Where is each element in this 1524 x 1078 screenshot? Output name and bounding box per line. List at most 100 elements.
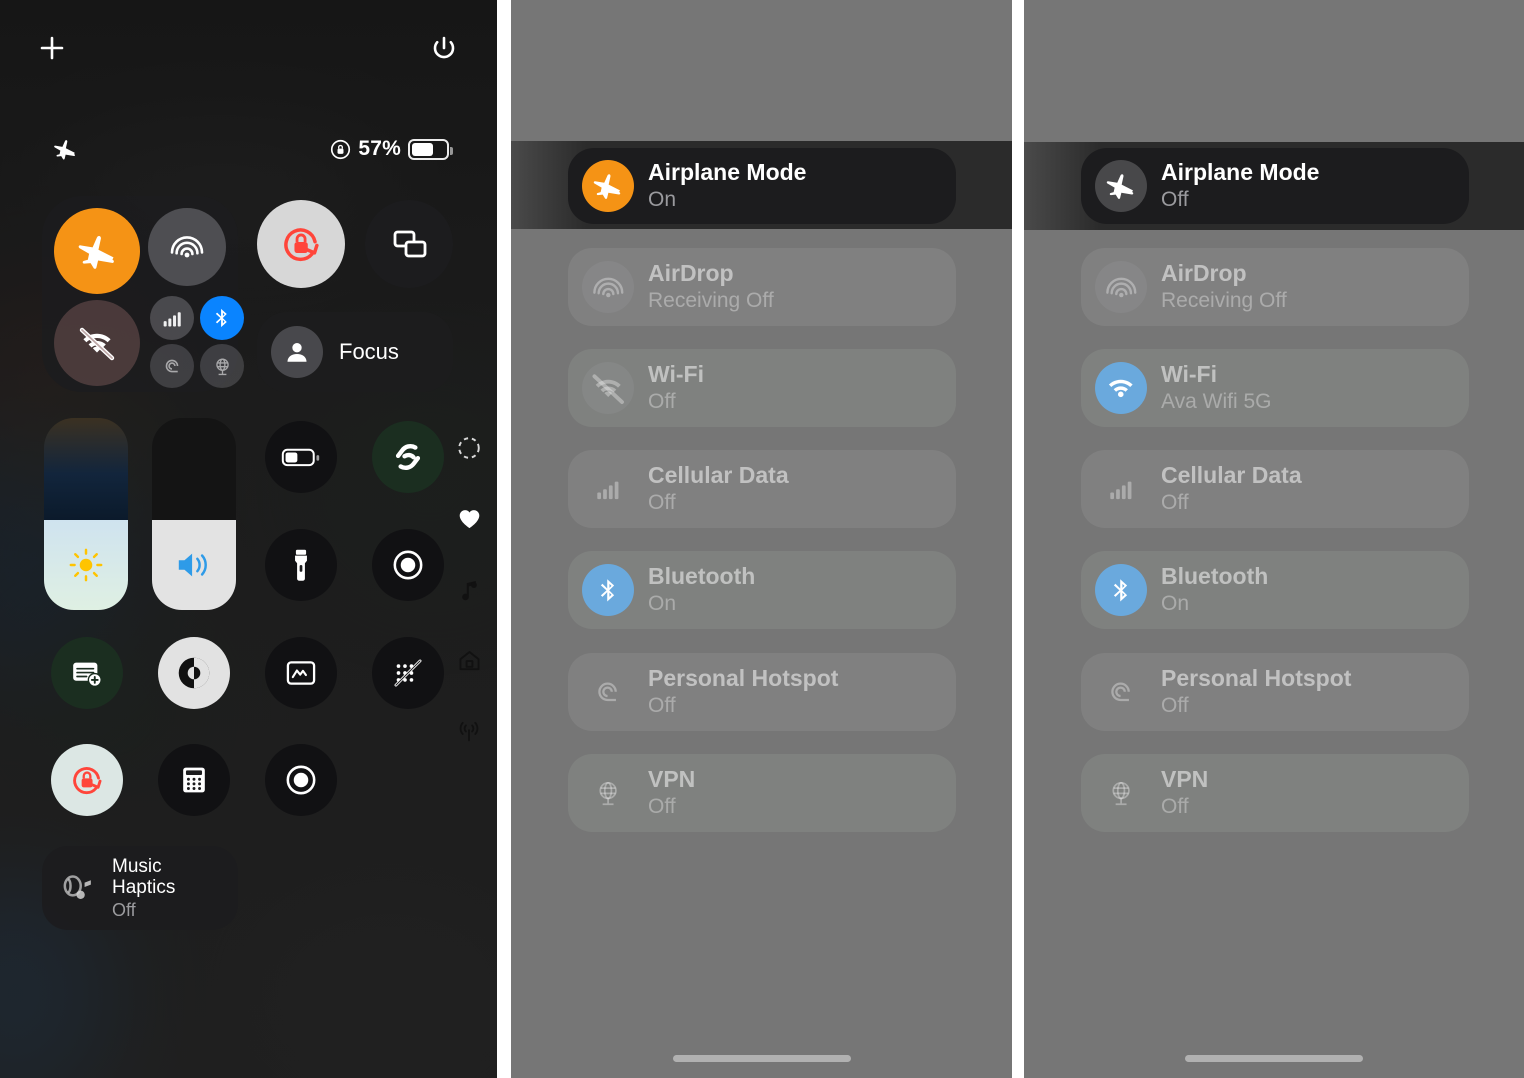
connectivity-row[interactable]: Wi-Fi Ava Wifi 5G bbox=[1081, 349, 1469, 427]
connectivity-row-subtitle: Off bbox=[1161, 188, 1189, 212]
plus-icon[interactable] bbox=[38, 34, 66, 62]
connectivity-row-subtitle: Off bbox=[1161, 795, 1189, 819]
airplane-icon bbox=[582, 160, 634, 212]
connectivity-row-title: Personal Hotspot bbox=[648, 665, 839, 692]
screen-mirroring-tile[interactable] bbox=[365, 200, 453, 288]
connectivity-row[interactable]: VPN Off bbox=[1081, 754, 1469, 832]
brightness-slider[interactable] bbox=[44, 418, 128, 610]
connectivity-row[interactable]: Bluetooth On bbox=[1081, 551, 1469, 629]
connectivity-row-subtitle: Off bbox=[648, 694, 676, 718]
connectivity-row-title: Personal Hotspot bbox=[1161, 665, 1352, 692]
connectivity-icon[interactable] bbox=[448, 696, 490, 767]
calculator-icon[interactable] bbox=[158, 744, 230, 816]
control-center-panel: 57% Focus Music Haptics Off bbox=[0, 0, 497, 1078]
music-note-icon[interactable] bbox=[448, 554, 490, 625]
volume-speaker-icon bbox=[173, 546, 215, 584]
personal-hotspot-tile[interactable] bbox=[150, 344, 194, 388]
status-bar: 57% bbox=[0, 132, 497, 166]
connectivity-row[interactable]: Airplane Mode On bbox=[568, 148, 956, 224]
vpn-globe-icon bbox=[582, 767, 634, 819]
connectivity-row[interactable]: Cellular Data Off bbox=[568, 450, 956, 528]
connectivity-row-title: Cellular Data bbox=[648, 462, 789, 489]
home-icon[interactable] bbox=[448, 625, 490, 696]
connectivity-row-title: Wi-Fi bbox=[1161, 361, 1217, 388]
connectivity-row-title: Airplane Mode bbox=[648, 159, 807, 186]
connectivity-row-title: Cellular Data bbox=[1161, 462, 1302, 489]
hotspot-icon bbox=[1095, 666, 1147, 718]
airdrop-icon bbox=[582, 261, 634, 313]
camera-icon[interactable] bbox=[372, 529, 444, 601]
record-icon[interactable] bbox=[265, 744, 337, 816]
dashed-circle-icon[interactable] bbox=[448, 412, 490, 483]
connectivity-expanded-on-panel: Airplane Mode On AirDrop Receiving Off Wi-… bbox=[511, 0, 1012, 1078]
brightness-sun-icon bbox=[67, 546, 105, 584]
connectivity-row-subtitle: Off bbox=[648, 491, 676, 515]
connectivity-row-subtitle: Off bbox=[648, 795, 676, 819]
vpn-tile[interactable] bbox=[200, 344, 244, 388]
wifi-tile[interactable] bbox=[54, 300, 140, 386]
airplane-mode-tile[interactable] bbox=[54, 208, 140, 294]
contrast-circle-icon[interactable] bbox=[158, 637, 230, 709]
airplane-icon bbox=[52, 136, 78, 162]
screenshot-icon[interactable] bbox=[265, 637, 337, 709]
music-haptics-icon bbox=[54, 864, 102, 912]
connectivity-row[interactable]: Wi-Fi Off bbox=[568, 349, 956, 427]
airdrop-icon bbox=[1095, 261, 1147, 313]
three-panel-comparison: 57% Focus Music Haptics Off Airplane Mod… bbox=[0, 0, 1524, 1078]
hotspot-icon bbox=[582, 666, 634, 718]
volume-slider[interactable] bbox=[152, 418, 236, 610]
music-haptics-line1: Music bbox=[112, 856, 162, 878]
connectivity-row-subtitle: Receiving Off bbox=[1161, 289, 1287, 313]
bluetooth-tile[interactable] bbox=[200, 296, 244, 340]
page-rail bbox=[448, 412, 490, 767]
connectivity-row[interactable]: AirDrop Receiving Off bbox=[1081, 248, 1469, 326]
connectivity-module[interactable] bbox=[42, 196, 244, 392]
connectivity-row[interactable]: Bluetooth On bbox=[568, 551, 956, 629]
connectivity-row-title: AirDrop bbox=[648, 260, 734, 287]
home-indicator bbox=[672, 1055, 851, 1062]
connectivity-row[interactable]: AirDrop Receiving Off bbox=[568, 248, 956, 326]
connectivity-row-title: VPN bbox=[648, 766, 696, 793]
status-right-cluster: 57% bbox=[330, 132, 453, 166]
connectivity-row[interactable]: Personal Hotspot Off bbox=[1081, 653, 1469, 731]
airdrop-tile[interactable] bbox=[148, 208, 226, 286]
connectivity-row-subtitle: Receiving Off bbox=[648, 289, 774, 313]
bluetooth-icon bbox=[582, 564, 634, 616]
control-center-topbar bbox=[0, 0, 497, 96]
connectivity-row-title: VPN bbox=[1161, 766, 1209, 793]
cellular-bars-icon bbox=[582, 463, 634, 515]
connectivity-row-title: AirDrop bbox=[1161, 260, 1247, 287]
connectivity-rows-middle: Airplane Mode On AirDrop Receiving Off Wi-… bbox=[511, 0, 1012, 1078]
connectivity-row-subtitle: Ava Wifi 5G bbox=[1161, 390, 1272, 414]
battery-percent-label: 57% bbox=[358, 137, 401, 160]
connectivity-row[interactable]: Personal Hotspot Off bbox=[568, 653, 956, 731]
connectivity-expanded-off-panel: Airplane Mode Off AirDrop Receiving Off Wi… bbox=[1024, 0, 1524, 1078]
connectivity-row-subtitle: Off bbox=[648, 390, 676, 414]
rotation-lock-icon bbox=[330, 139, 351, 160]
connectivity-row[interactable]: VPN Off bbox=[568, 754, 956, 832]
shazam-icon[interactable] bbox=[372, 421, 444, 493]
music-haptics-tile[interactable]: Music Haptics Off bbox=[42, 846, 238, 930]
focus-tile[interactable]: Focus bbox=[257, 312, 453, 392]
connectivity-row-subtitle: Off bbox=[1161, 694, 1189, 718]
airplane-icon bbox=[1095, 160, 1147, 212]
power-icon[interactable] bbox=[430, 34, 458, 62]
home-indicator bbox=[1185, 1055, 1363, 1062]
haptics-off-icon[interactable] bbox=[372, 637, 444, 709]
connectivity-row-subtitle: Off bbox=[1161, 491, 1189, 515]
cellular-data-tile[interactable] bbox=[150, 296, 194, 340]
rotation-lock-control[interactable] bbox=[51, 744, 123, 816]
heart-icon[interactable] bbox=[448, 483, 490, 554]
quick-note-icon[interactable] bbox=[51, 637, 123, 709]
focus-person-icon bbox=[271, 326, 323, 378]
flashlight-icon[interactable] bbox=[265, 529, 337, 601]
connectivity-row-title: Bluetooth bbox=[1161, 563, 1269, 590]
cellular-bars-icon bbox=[1095, 463, 1147, 515]
bluetooth-icon bbox=[1095, 564, 1147, 616]
low-power-mode-control[interactable] bbox=[265, 421, 337, 493]
connectivity-row[interactable]: Airplane Mode Off bbox=[1081, 148, 1469, 224]
wifi-on-icon bbox=[1095, 362, 1147, 414]
rotation-lock-tile[interactable] bbox=[257, 200, 345, 288]
connectivity-row-subtitle: On bbox=[648, 188, 677, 212]
connectivity-row[interactable]: Cellular Data Off bbox=[1081, 450, 1469, 528]
